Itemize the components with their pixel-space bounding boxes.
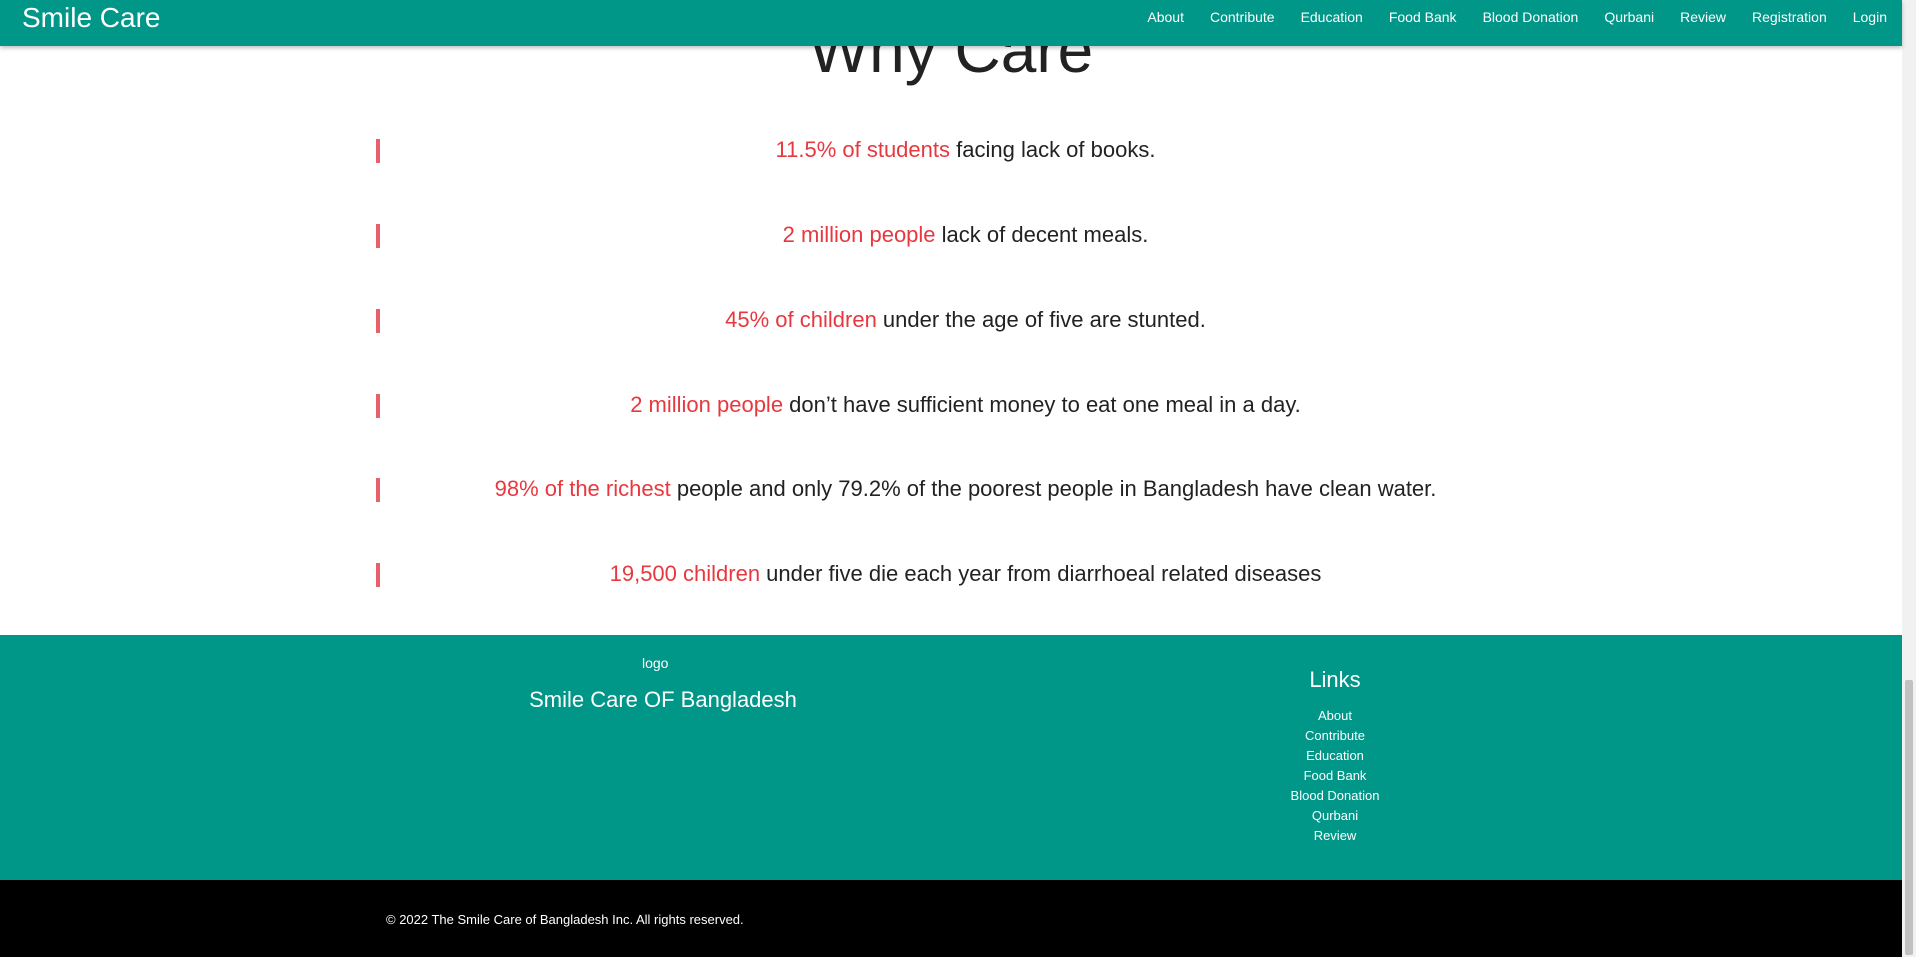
- footer-link-food-bank[interactable]: Food Bank: [1235, 766, 1435, 786]
- fact-body: facing lack of books.: [950, 137, 1156, 162]
- nav-links: About Contribute Education Food Bank Blo…: [1147, 0, 1902, 34]
- footer-link-education[interactable]: Education: [1235, 746, 1435, 766]
- nav-link-contribute[interactable]: Contribute: [1210, 9, 1275, 25]
- fact-text: 19,500 children under five die each year…: [380, 559, 1551, 589]
- fact-text: 11.5% of students facing lack of books.: [380, 135, 1551, 165]
- fact-highlight: 19,500 children: [609, 561, 761, 586]
- footer-links-title: Links: [1309, 667, 1361, 692]
- nav-link-education[interactable]: Education: [1301, 9, 1363, 25]
- footer-org-name: Smile Care OF Bangladesh: [529, 687, 797, 712]
- page-scrollbar[interactable]: [1902, 0, 1916, 957]
- nav-link-blood-donation[interactable]: Blood Donation: [1483, 9, 1579, 25]
- footer-link-about[interactable]: About: [1235, 706, 1435, 726]
- copyright-text: © 2022 The Smile Care of Bangladesh Inc.…: [386, 912, 744, 927]
- fact-item: 45% of children under the age of five ar…: [376, 305, 1551, 335]
- footer-link-contribute[interactable]: Contribute: [1235, 726, 1435, 746]
- fact-body: under five die each year from diarrhoeal…: [760, 561, 1322, 586]
- fact-text: 2 million people don’t have sufficient m…: [380, 390, 1551, 420]
- fact-body: lack of decent meals.: [935, 222, 1149, 247]
- scrollbar-thumb[interactable]: [1905, 680, 1913, 955]
- page: Why Care 11.5% of students facing lack o…: [0, 0, 1916, 957]
- fact-item: 2 million people lack of decent meals.: [376, 220, 1551, 250]
- nav-link-about[interactable]: About: [1147, 9, 1184, 25]
- fact-highlight: 2 million people: [630, 392, 784, 417]
- fact-highlight: 45% of children: [725, 307, 877, 332]
- fact-body: people and only 79.2% of the poorest peo…: [670, 476, 1437, 501]
- fact-highlight: 98% of the richest: [494, 476, 671, 501]
- nav-link-registration[interactable]: Registration: [1752, 9, 1827, 25]
- fact-text: 45% of children under the age of five ar…: [380, 305, 1551, 335]
- fact-highlight: 2 million people: [782, 222, 936, 247]
- footer-logo-image: logo: [642, 655, 669, 671]
- fact-text: 98% of the richest people and only 79.2%…: [380, 474, 1551, 504]
- brand-link[interactable]: Smile Care: [22, 0, 160, 36]
- navbar: Smile Care About Contribute Education Fo…: [0, 0, 1902, 46]
- footer: logo Smile Care OF Bangladesh Links Abou…: [0, 635, 1902, 880]
- footer-link-blood-donation[interactable]: Blood Donation: [1235, 786, 1435, 806]
- fact-text: 2 million people lack of decent meals.: [380, 220, 1551, 250]
- nav-link-qurbani[interactable]: Qurbani: [1604, 9, 1654, 25]
- footer-links-column: Links About Contribute Education Food Ba…: [1235, 667, 1435, 846]
- copyright-bar: © 2022 The Smile Care of Bangladesh Inc.…: [0, 880, 1902, 957]
- nav-link-food-bank[interactable]: Food Bank: [1389, 9, 1457, 25]
- fact-body: under the age of five are stunted.: [876, 307, 1206, 332]
- footer-link-qurbani[interactable]: Qurbani: [1235, 806, 1435, 826]
- nav-link-login[interactable]: Login: [1853, 9, 1887, 25]
- fact-item: 11.5% of students facing lack of books.: [376, 135, 1551, 165]
- fact-body: don’t have sufficient money to eat one m…: [783, 392, 1301, 417]
- fact-item: 2 million people don’t have sufficient m…: [376, 390, 1551, 420]
- fact-highlight: 11.5% of students: [775, 137, 951, 162]
- footer-link-review[interactable]: Review: [1235, 826, 1435, 846]
- fact-item: 98% of the richest people and only 79.2%…: [376, 474, 1551, 504]
- fact-item: 19,500 children under five die each year…: [376, 559, 1551, 589]
- nav-link-review[interactable]: Review: [1680, 9, 1726, 25]
